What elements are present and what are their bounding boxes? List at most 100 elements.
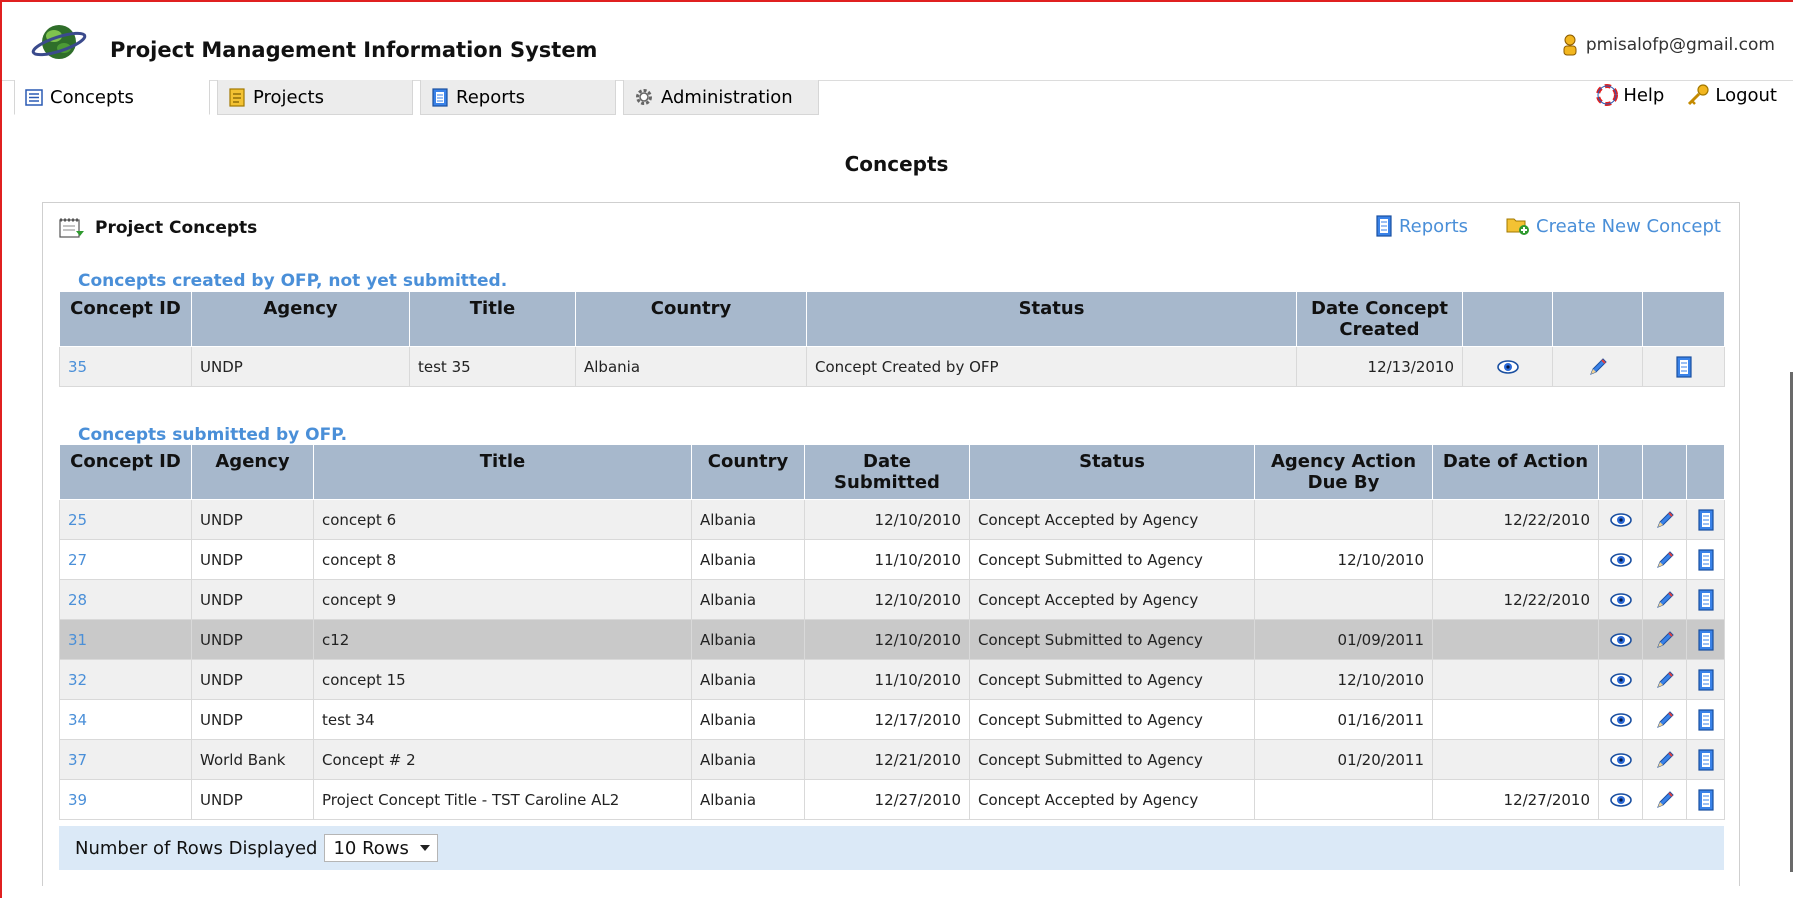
- tab-projects[interactable]: Projects: [217, 80, 413, 115]
- edit-pencil-icon[interactable]: [1654, 509, 1676, 531]
- report-icon-cell[interactable]: [1686, 539, 1725, 580]
- table-row[interactable]: 28 UNDP concept 9 Albania 12/10/2010 Concept …: [59, 579, 1725, 620]
- rows-per-page-select[interactable]: 10 Rows: [324, 834, 438, 862]
- edit-pencil-icon-cell[interactable]: [1552, 346, 1643, 387]
- view-eye-icon[interactable]: [1609, 752, 1633, 768]
- tab-concepts[interactable]: Concepts: [14, 80, 210, 115]
- title-cell: c12: [313, 619, 692, 660]
- report-icon-cell[interactable]: [1686, 619, 1725, 660]
- table-row[interactable]: 31 UNDP c12 Albania 12/10/2010 Concept Submit…: [59, 619, 1725, 660]
- view-eye-icon-cell[interactable]: [1598, 779, 1643, 820]
- reports-link[interactable]: Reports: [1375, 215, 1468, 237]
- table-row[interactable]: 25 UNDP concept 6 Albania 12/10/2010 Concept …: [59, 499, 1725, 540]
- edit-pencil-icon-cell[interactable]: [1642, 499, 1687, 540]
- view-eye-icon[interactable]: [1609, 712, 1633, 728]
- report-icon[interactable]: [1697, 668, 1715, 691]
- report-icon-cell[interactable]: [1686, 699, 1725, 740]
- report-icon-cell[interactable]: [1686, 579, 1725, 620]
- column-header: [1552, 291, 1643, 347]
- edit-pencil-icon-cell[interactable]: [1642, 579, 1687, 620]
- view-eye-icon-cell[interactable]: [1598, 539, 1643, 580]
- edit-pencil-icon[interactable]: [1654, 789, 1676, 811]
- country-cell: Albania: [691, 739, 805, 780]
- view-eye-icon-cell[interactable]: [1598, 659, 1643, 700]
- table-row[interactable]: 32 UNDP concept 15 Albania 11/10/2010 Concept…: [59, 659, 1725, 700]
- view-eye-icon-cell[interactable]: [1598, 499, 1643, 540]
- edit-pencil-icon-cell[interactable]: [1642, 659, 1687, 700]
- report-icon[interactable]: [1697, 748, 1715, 771]
- report-icon[interactable]: [1697, 588, 1715, 611]
- concept-id-link[interactable]: 39: [59, 779, 192, 820]
- edit-pencil-icon[interactable]: [1654, 589, 1676, 611]
- edit-pencil-icon-cell[interactable]: [1642, 779, 1687, 820]
- edit-pencil-icon[interactable]: [1587, 356, 1609, 378]
- list-icon: [25, 88, 43, 106]
- concept-id-link[interactable]: 34: [59, 699, 192, 740]
- title-cell: concept 6: [313, 499, 692, 540]
- concept-id-link[interactable]: 32: [59, 659, 192, 700]
- report-icon[interactable]: [1697, 708, 1715, 731]
- view-eye-icon[interactable]: [1609, 672, 1633, 688]
- date-submitted-cell: 12/10/2010: [804, 579, 970, 620]
- user-info[interactable]: pmisalofp@gmail.com: [1562, 34, 1775, 56]
- logout-link[interactable]: Logout: [1686, 84, 1777, 106]
- column-header: [1642, 444, 1687, 500]
- new-folder-icon: [1506, 216, 1530, 236]
- table-row[interactable]: 35 UNDP test 35 Albania Concept Created by O…: [59, 346, 1725, 387]
- panel-actions: Reports Create New Concept: [1375, 215, 1721, 237]
- report-icon[interactable]: [1697, 508, 1715, 531]
- view-eye-icon-cell[interactable]: [1598, 619, 1643, 660]
- concept-id-link[interactable]: 28: [59, 579, 192, 620]
- report-icon-cell[interactable]: [1686, 499, 1725, 540]
- date-submitted-cell: 12/17/2010: [804, 699, 970, 740]
- concept-id-link[interactable]: 37: [59, 739, 192, 780]
- edit-pencil-icon[interactable]: [1654, 749, 1676, 771]
- edit-pencil-icon[interactable]: [1654, 669, 1676, 691]
- report-icon[interactable]: [1697, 788, 1715, 811]
- report-icon[interactable]: [1675, 355, 1693, 378]
- edit-pencil-icon-cell[interactable]: [1642, 739, 1687, 780]
- edit-pencil-icon-cell[interactable]: [1642, 699, 1687, 740]
- edit-pencil-icon-cell[interactable]: [1642, 619, 1687, 660]
- help-label: Help: [1623, 84, 1665, 106]
- help-link[interactable]: Help: [1596, 84, 1664, 106]
- view-eye-icon[interactable]: [1609, 792, 1633, 808]
- projects-icon: [228, 87, 246, 107]
- view-eye-icon[interactable]: [1609, 632, 1633, 648]
- page-title: Concepts: [844, 152, 949, 176]
- table-row[interactable]: 34 UNDP test 34 Albania 12/17/2010 Concept Su…: [59, 699, 1725, 740]
- concept-id-link[interactable]: 35: [59, 346, 192, 387]
- edit-pencil-icon[interactable]: [1654, 549, 1676, 571]
- view-eye-icon-cell[interactable]: [1598, 579, 1643, 620]
- create-new-concept-link[interactable]: Create New Concept: [1506, 215, 1721, 237]
- view-eye-icon[interactable]: [1609, 512, 1633, 528]
- report-icon[interactable]: [1697, 548, 1715, 571]
- lifebuoy-icon: [1596, 84, 1619, 106]
- concept-id-link[interactable]: 31: [59, 619, 192, 660]
- concept-id-link[interactable]: 27: [59, 539, 192, 580]
- report-icon-cell[interactable]: [1686, 779, 1725, 820]
- report-icon[interactable]: [1697, 628, 1715, 651]
- table-row[interactable]: 27 UNDP concept 8 Albania 11/10/2010 Concept …: [59, 539, 1725, 580]
- view-eye-icon-cell[interactable]: [1598, 699, 1643, 740]
- concept-id-link[interactable]: 25: [59, 499, 192, 540]
- report-icon-cell[interactable]: [1686, 659, 1725, 700]
- action-due-cell: 01/16/2011: [1254, 699, 1433, 740]
- tab-reports[interactable]: Reports: [420, 80, 616, 115]
- report-icon-cell[interactable]: [1686, 739, 1725, 780]
- view-eye-icon[interactable]: [1609, 592, 1633, 608]
- view-eye-icon[interactable]: [1609, 552, 1633, 568]
- view-eye-icon-cell[interactable]: [1462, 346, 1553, 387]
- edit-pencil-icon[interactable]: [1654, 629, 1676, 651]
- agency-cell: UNDP: [191, 779, 314, 820]
- table-row[interactable]: 37 World Bank Concept # 2 Albania 12/21/2010…: [59, 739, 1725, 780]
- edit-pencil-icon-cell[interactable]: [1642, 539, 1687, 580]
- reports-icon: [1375, 215, 1393, 237]
- view-eye-icon-cell[interactable]: [1598, 739, 1643, 780]
- report-icon-cell[interactable]: [1642, 346, 1725, 387]
- tab-administration[interactable]: Administration: [623, 80, 819, 115]
- view-eye-icon[interactable]: [1496, 359, 1520, 375]
- edit-pencil-icon[interactable]: [1654, 709, 1676, 731]
- column-header: Concept ID: [59, 444, 192, 500]
- table-row[interactable]: 39 UNDP Project Concept Title - TST Caroli…: [59, 779, 1725, 820]
